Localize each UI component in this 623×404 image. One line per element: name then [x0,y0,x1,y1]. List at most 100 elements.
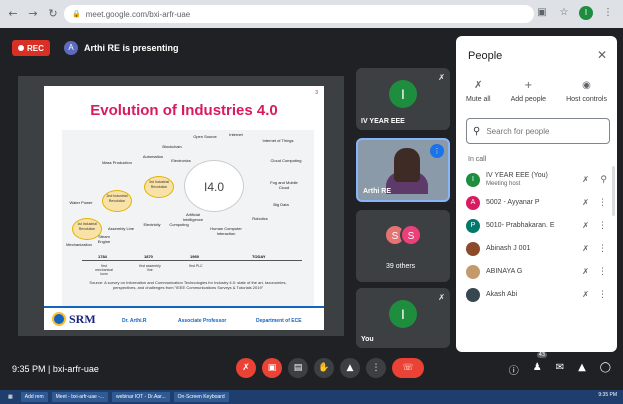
participant-tile-iv-year-eee[interactable]: ✗ I IV YEAR EEE [356,68,450,130]
participant-name: Abinash J 001 [486,244,531,252]
timeline-year: 1784 [98,254,107,259]
in-call-heading: In call [468,156,487,163]
list-item[interactable]: I IV YEAR EEE (You) Meeting host ✗ ⚲ [456,168,617,191]
mute-all-button[interactable]: ✗ Mute all [466,80,491,103]
add-people-label: Add people [510,96,547,103]
participant-count-badge: 43 [536,352,548,358]
host-controls-button[interactable]: ◉ Host controls [566,80,607,103]
participant-name: Akash Abi [486,290,518,298]
list-item[interactable]: Akash Abi ✗ ⋮ [456,283,617,306]
people-icon: ♟ [532,362,542,373]
mic-off-icon[interactable]: ✗ [582,221,589,230]
participant-avatar: P [466,218,480,233]
participant-photo-avatar [466,264,480,279]
activities-icon[interactable]: ▲ [578,362,586,377]
participant-list: I IV YEAR EEE (You) Meeting host ✗ ⚲ A 50… [456,168,617,306]
bookmark-star-icon[interactable]: ☆ [557,6,571,20]
participant-tile-arthi-re[interactable]: ⋮ Arthi RE [356,138,450,202]
mic-off-icon[interactable]: ✗ [582,290,589,299]
mic-off-icon[interactable]: ✗ [582,244,589,253]
list-item[interactable]: P 5010- Prabhakaran. E ✗ ⋮ [456,214,617,237]
list-item[interactable]: Abinash J 001 ✗ ⋮ [456,237,617,260]
participant-tile-you[interactable]: ✗ I You [356,288,450,348]
node-open-source: Open Source [193,134,217,139]
forward-icon[interactable]: → [26,7,40,21]
taskbar-item[interactable]: Meet - bxi-arfr-uae -... [51,392,108,402]
industry-diagram: Open Source Internet Internet of Things … [62,130,314,308]
node-automation: Automation [142,154,164,159]
taskbar-item[interactable]: webinar IOT - Dr.Aar... [112,392,170,402]
slide: 3 Evolution of Industries 4.0 Open Sourc… [44,86,324,330]
participant-avatar: A [466,195,480,210]
search-box[interactable]: ⚲ [466,118,610,144]
windows-taskbar: ▦ Add rem Meet - bxi-arfr-uae -... webin… [0,390,623,404]
panel-actions: ✗ Mute all + Add people ◉ Host controls [456,80,617,103]
captions-button[interactable]: ▤ [288,358,308,378]
back-icon[interactable]: ← [6,7,20,21]
mic-off-icon[interactable]: ✗ [582,198,589,207]
more-options-button[interactable]: ⋮ [366,358,386,378]
leave-call-button[interactable]: ☏ [392,358,424,378]
address-bar[interactable]: 🔒 meet.google.com/bxi-arfr-uae [64,5,534,23]
more-options-icon[interactable]: ⋮ [598,267,607,277]
taskbar-item[interactable]: On-Screen Keyboard [173,392,229,402]
more-options-icon[interactable]: ⋮ [598,198,607,208]
srm-logo: SRM [52,312,96,327]
camera-indicator-icon[interactable]: ▣ [535,6,549,20]
people-panel: People ✕ ✗ Mute all + Add people ◉ Host … [456,36,617,352]
slide-number: 3 [315,90,318,96]
reload-icon[interactable]: ↻ [46,7,60,21]
more-options-icon[interactable]: ⋮ [598,244,607,254]
add-person-icon: + [524,80,533,91]
recording-badge: REC [12,40,50,56]
timeline-year: 1870 [144,254,153,259]
meet-window: REC A Arthi RE is presenting 3 Evolution… [0,28,623,390]
start-icon[interactable]: ▦ [4,392,17,402]
node-blockchain: Blockchain [162,144,182,149]
host-lock-icon[interactable]: ◯ [600,362,611,377]
list-item[interactable]: ABINAYA G ✗ ⋮ [456,260,617,283]
search-input[interactable] [486,126,597,136]
node-mass-production: Mass Production [102,160,132,165]
participant-role: Meeting host [486,180,521,187]
presenter-avatar: A [64,41,78,55]
revolution-2nd: 2nd Industrial Revolution [102,190,132,212]
pin-icon[interactable]: ⚲ [600,175,607,185]
search-icon: ⚲ [473,125,481,137]
add-people-button[interactable]: + Add people [511,80,546,103]
mic-toggle-button[interactable]: ✗ [236,358,256,378]
participant-tile-others[interactable]: S S 39 others [356,210,450,282]
timeline-year: TODAY [252,254,266,259]
tile-label: You [361,336,374,343]
participant-name: 5002 - Ayyanar P [486,198,540,206]
participant-name-text: IV YEAR EEE (You) [486,171,548,179]
lock-icon: 🔒 [72,10,81,18]
info-icon[interactable]: ⓘ [509,362,519,377]
profile-avatar[interactable]: I [579,6,593,20]
node-fog: Fog and Mobile Cloud [270,180,298,190]
taskbar-clock: 9:35 PM [598,392,617,398]
raise-hand-button[interactable]: ✋ [314,358,334,378]
rec-label: REC [27,43,44,53]
mic-off-icon: ✗ [438,293,445,302]
participant-name: ABINAYA G [486,267,523,275]
browser-menu-icon[interactable]: ⋮ [601,6,615,20]
more-options-icon[interactable]: ⋮ [598,290,607,300]
node-electricity: Electricity [143,222,161,227]
node-robotics: Robotics [252,216,268,221]
record-dot-icon [18,45,24,51]
tile-label: IV YEAR EEE [361,118,405,125]
chat-icon[interactable]: ✉ [556,362,564,377]
people-button[interactable]: 43 ♟ [532,352,548,377]
close-icon[interactable]: ✕ [597,48,607,62]
camera-toggle-button[interactable]: ▣ [262,358,282,378]
mic-off-icon[interactable]: ✗ [582,267,589,276]
list-item[interactable]: A 5002 - Ayyanar P ✗ ⋮ [456,191,617,214]
present-button[interactable]: ▲ [340,358,360,378]
side-controls: ⓘ 43 ♟ ✉ ▲ ◯ [509,352,611,377]
more-options-icon[interactable]: ⋮ [598,221,607,231]
timeline-desc: first assembly line [139,264,161,272]
node-big-data: Big Data [273,202,289,207]
taskbar-item[interactable]: Add rem [20,392,48,402]
mic-off-icon[interactable]: ✗ [582,175,589,184]
